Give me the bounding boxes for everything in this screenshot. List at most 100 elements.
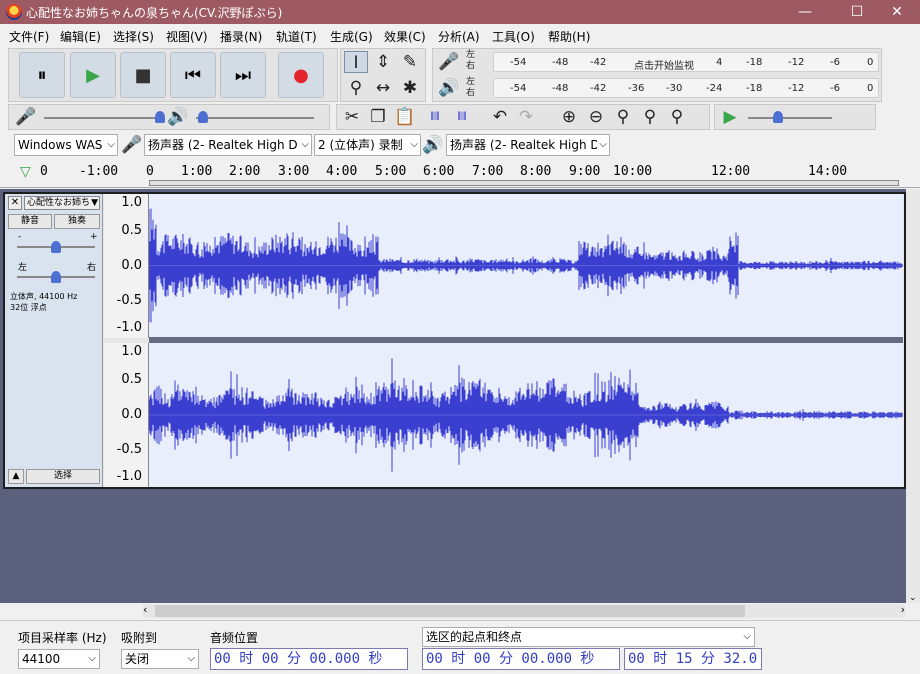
track-close-icon[interactable]: ✕: [8, 196, 22, 210]
ruler-tick: 9:00: [569, 164, 601, 179]
playback-device-select[interactable]: 扬声器 (2- Realtek High D ⌵: [446, 134, 610, 156]
copy-icon[interactable]: ❐: [366, 106, 390, 128]
timeline-play-head-icon[interactable]: ▽: [20, 164, 31, 180]
menu-tools[interactable]: 工具(O): [492, 28, 535, 45]
menu-view[interactable]: 视图(V): [166, 28, 208, 45]
track-control-panel: ✕ 心配性なお姉ちゃ ▼ 静音 独奏 - + 左 右 立体声, 44100 Hz …: [5, 194, 103, 487]
pause-button[interactable]: ⏸: [19, 52, 65, 98]
selection-tool-icon[interactable]: I: [344, 51, 368, 73]
minimize-button[interactable]: —: [782, 0, 828, 24]
record-meter-click-to-monitor[interactable]: 点击开始监视: [634, 57, 694, 72]
selection-start-time[interactable]: 00 时 00 分 00.000 秒: [422, 648, 620, 670]
scroll-right-icon[interactable]: ›: [901, 603, 905, 616]
timeline-ruler[interactable]: ▽ 0 -1:00 0 1:00 2:00 3:00 4:00 5:00 6:0…: [0, 160, 920, 188]
vertical-scrollbar[interactable]: ⌄: [906, 189, 920, 603]
ruler-tick: 7:00: [472, 164, 504, 179]
collapse-track-icon[interactable]: ▲: [8, 469, 24, 484]
trim-audio-icon[interactable]: ⫴⫴: [423, 106, 447, 128]
selection-end-time[interactable]: 00 时 15 分 32.0: [624, 648, 762, 670]
selection-mode-select[interactable]: 选区的起点和终点 ⌵: [422, 627, 755, 647]
horizontal-scroll-thumb[interactable]: [155, 605, 745, 617]
menu-edit[interactable]: 编辑(E): [60, 28, 101, 45]
audio-position-time[interactable]: 00 时 00 分 00.000 秒: [210, 648, 408, 670]
stop-button[interactable]: ■: [120, 52, 166, 98]
play-speed-thumb[interactable]: [773, 111, 783, 123]
record-meter-microphone-icon[interactable]: 🎤: [437, 51, 461, 73]
project-rate-select[interactable]: 44100 ⌵: [18, 649, 100, 669]
silence-audio-icon[interactable]: ⫴⫴: [450, 106, 474, 128]
fit-project-icon[interactable]: ⚲: [638, 106, 662, 128]
menu-file[interactable]: 文件(F): [9, 28, 49, 45]
timeline-scrub-bar[interactable]: [149, 180, 899, 186]
playback-volume-slider[interactable]: [196, 117, 314, 119]
waveform-left-svg: [148, 208, 903, 323]
record-meter[interactable]: -54 -48 -42 点击开始监视 4 -18 -12 -6 0: [493, 52, 879, 72]
menu-analyze[interactable]: 分析(A): [438, 28, 480, 45]
zoom-in-icon[interactable]: ⊕: [557, 106, 581, 128]
play-button[interactable]: ▶: [70, 52, 116, 98]
ruler-tick: 1:00: [181, 164, 213, 179]
close-button[interactable]: ✕: [874, 0, 920, 24]
solo-button[interactable]: 独奏: [54, 214, 100, 229]
record-meter-tick: 0: [867, 57, 874, 68]
record-meter-tick: -18: [746, 57, 763, 68]
scroll-left-icon[interactable]: ‹: [143, 603, 147, 616]
pan-slider-thumb[interactable]: [51, 271, 61, 283]
recording-volume-thumb[interactable]: [155, 111, 165, 123]
snap-to-select[interactable]: 关闭 ⌵: [121, 649, 199, 669]
waveform-right-channel[interactable]: [148, 343, 903, 487]
snap-to-label: 吸附到: [121, 631, 158, 645]
record-button[interactable]: ●: [278, 52, 324, 98]
play-speed-slider[interactable]: [748, 117, 832, 119]
undo-icon[interactable]: ↶: [488, 106, 512, 128]
recording-channels-select[interactable]: 2 (立体声) 录制 ⌵: [314, 134, 421, 156]
menu-generate[interactable]: 生成(G): [330, 28, 373, 45]
recording-volume-slider[interactable]: [44, 117, 160, 119]
record-meter-tick: -12: [788, 57, 805, 68]
menu-help[interactable]: 帮助(H): [548, 28, 590, 45]
menu-tracks[interactable]: 轨道(T): [276, 28, 317, 45]
chevron-down-icon: ⌵: [408, 135, 418, 155]
redo-icon[interactable]: ↷: [514, 106, 538, 128]
ruler-tick: 2:00: [229, 164, 261, 179]
zoom-out-icon[interactable]: ⊖: [584, 106, 608, 128]
mute-button[interactable]: 静音: [8, 214, 52, 229]
play-at-speed-icon[interactable]: ▶: [718, 106, 742, 128]
horizontal-scrollbar[interactable]: ‹ ›: [143, 603, 905, 618]
recording-device-value: 扬声器 (2- Realtek High D: [148, 138, 298, 152]
skip-to-start-button[interactable]: ⏮: [170, 52, 216, 98]
zoom-toggle-icon[interactable]: ⚲: [665, 106, 689, 128]
time-shift-tool-icon[interactable]: ↔: [371, 77, 395, 99]
menu-select[interactable]: 选择(S): [113, 28, 154, 45]
envelope-tool-icon[interactable]: ⇕: [371, 51, 395, 73]
fit-selection-icon[interactable]: ⚲: [611, 106, 635, 128]
menu-effect[interactable]: 效果(C): [384, 28, 426, 45]
playback-meter-tick: -24: [706, 83, 723, 94]
paste-icon[interactable]: 📋: [393, 106, 417, 128]
track-format-info: 立体声, 44100 Hz 32位 浮点: [10, 291, 77, 313]
chevron-down-icon: ⌵: [187, 653, 195, 664]
playback-volume-thumb[interactable]: [198, 111, 208, 123]
cut-icon[interactable]: ✂: [340, 106, 364, 128]
track-menu-button[interactable]: 心配性なお姉ちゃ ▼: [24, 196, 100, 210]
select-track-button[interactable]: 选择: [26, 469, 100, 484]
gain-slider-thumb[interactable]: [51, 241, 61, 253]
draw-tool-icon[interactable]: ✎: [398, 51, 422, 73]
audio-host-select[interactable]: Windows WAS ⌵: [14, 134, 118, 156]
audio-position-label: 音频位置: [210, 631, 259, 645]
playback-meter-speaker-icon[interactable]: 🔊: [437, 77, 461, 99]
scroll-down-icon[interactable]: ⌄: [909, 593, 917, 603]
playback-device-speaker-icon: 🔊: [422, 135, 444, 155]
menu-transport[interactable]: 播录(N): [220, 28, 262, 45]
recording-device-select[interactable]: 扬声器 (2- Realtek High D ⌵: [144, 134, 312, 156]
selection-mode-value: 选区的起点和终点: [426, 630, 523, 644]
playback-meter-tick: -42: [590, 83, 607, 94]
zoom-tool-icon[interactable]: ⚲: [344, 77, 368, 99]
skip-to-end-button[interactable]: ⏭: [220, 52, 266, 98]
amplitude-tick: 1.0: [121, 195, 142, 210]
ruler-tick: 14:00: [808, 164, 848, 179]
record-meter-tick: -6: [830, 57, 840, 68]
playback-meter[interactable]: -54 -48 -42 -36 -30 -24 -18 -12 -6 0: [493, 78, 879, 98]
multi-tool-icon[interactable]: ✱: [398, 77, 422, 99]
waveform-left-channel[interactable]: [148, 194, 903, 337]
